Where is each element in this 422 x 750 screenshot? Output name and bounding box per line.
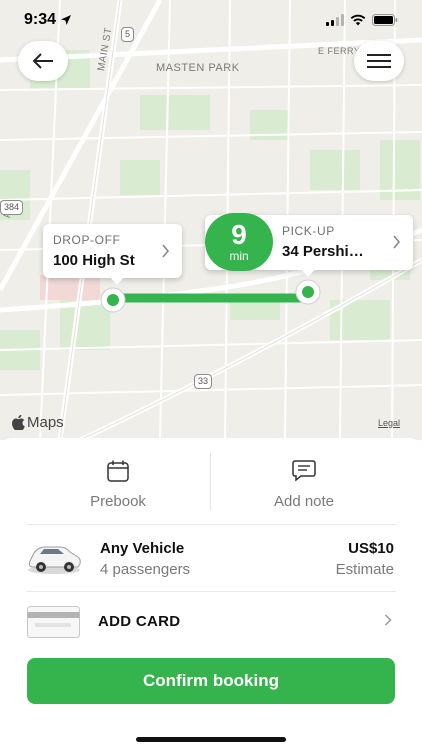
- chat-bubble-icon: [292, 460, 316, 482]
- maps-attribution: Maps: [27, 414, 64, 431]
- prebook-label: Prebook: [90, 493, 146, 510]
- booking-sheet: Prebook Add note Any Vehicle 4 passenger…: [0, 438, 422, 750]
- cellular-signal-icon: [326, 14, 344, 26]
- confirm-booking-button[interactable]: Confirm booking: [27, 658, 395, 704]
- status-bar: 9:34: [0, 0, 422, 40]
- battery-icon: [372, 14, 398, 26]
- legal-link[interactable]: Legal: [378, 418, 400, 428]
- dropoff-callout[interactable]: DROP-OFF 100 High St: [43, 224, 182, 285]
- vehicle-name: Any Vehicle: [100, 540, 185, 557]
- apple-maps-logo: Maps: [12, 414, 64, 431]
- credit-card-icon: [27, 606, 80, 638]
- chevron-right-icon: [393, 235, 401, 249]
- action-divider: [210, 453, 211, 510]
- add-card-label: ADD CARD: [98, 613, 181, 630]
- location-arrow-icon: [61, 15, 72, 25]
- wifi-icon: [350, 14, 366, 26]
- status-time: 9:34: [24, 11, 57, 28]
- vehicle-passengers: 4 passengers: [100, 561, 191, 578]
- arrow-left-icon: [32, 53, 53, 69]
- calendar-icon: [107, 460, 129, 482]
- route-shield-33: 33: [194, 374, 213, 389]
- menu-button[interactable]: [354, 41, 404, 81]
- fare-estimate-label: Estimate: [335, 561, 394, 578]
- vehicle-option[interactable]: Any Vehicle 4 passengers US$10 Estimate: [0, 525, 422, 591]
- hamburger-menu-icon: [367, 54, 391, 68]
- add-note-label: Add note: [273, 493, 335, 510]
- route-shield-384: 384: [0, 200, 24, 215]
- eta-badge: 9 min: [205, 213, 273, 271]
- eta-value: 9: [231, 219, 247, 250]
- action-row: Prebook Add note: [0, 438, 422, 524]
- add-note-button[interactable]: Add note: [212, 438, 396, 524]
- back-button[interactable]: [18, 41, 68, 81]
- apple-icon: [12, 415, 25, 430]
- map-label-area: MASTEN PARK: [156, 62, 240, 74]
- prebook-button[interactable]: Prebook: [26, 438, 210, 524]
- add-card-row[interactable]: ADD CARD: [0, 592, 422, 650]
- chevron-right-icon: [162, 244, 170, 258]
- home-indicator: [136, 737, 286, 742]
- fare-price: US$10: [348, 540, 394, 557]
- car-icon: [28, 546, 81, 574]
- chevron-right-icon: [384, 614, 392, 626]
- eta-unit: min: [229, 249, 249, 263]
